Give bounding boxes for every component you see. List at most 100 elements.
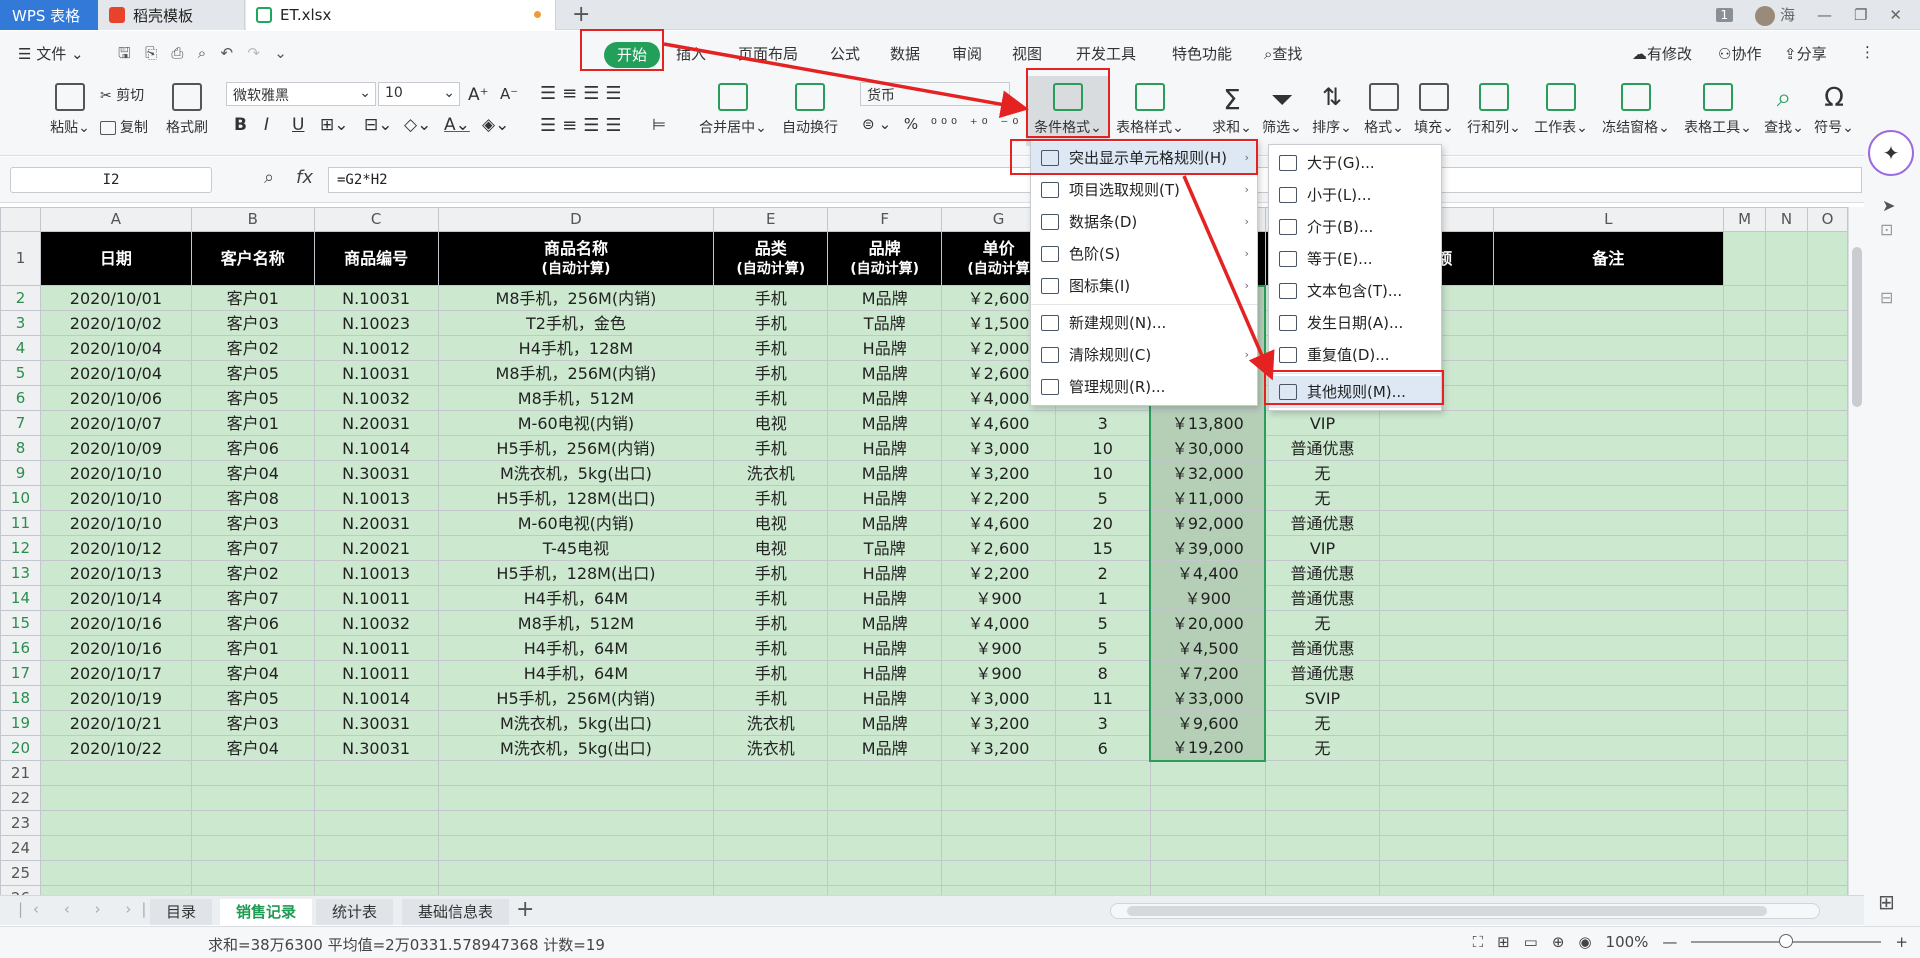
cell[interactable]: N.20021 (313, 535, 439, 561)
cell[interactable] (1723, 510, 1767, 536)
row-header[interactable]: 11 (0, 510, 41, 536)
font-color-icon[interactable]: A⌄ (444, 115, 470, 135)
cell[interactable] (190, 760, 315, 786)
cell[interactable] (827, 860, 943, 886)
cell[interactable]: N.30031 (313, 710, 439, 736)
cell[interactable]: ￥92,000 (1149, 510, 1267, 536)
cell[interactable] (1492, 885, 1725, 895)
cell[interactable]: 客户05 (190, 685, 315, 711)
sheet-nav-icons[interactable]: |‹ ‹ › ›| (18, 900, 156, 918)
cell[interactable]: H4手机，128M (437, 335, 715, 361)
cell[interactable] (1492, 310, 1725, 336)
cell[interactable] (1378, 460, 1494, 486)
cell[interactable] (1378, 835, 1494, 861)
cell[interactable]: 无 (1264, 710, 1380, 736)
copy-button[interactable]: 复制 (100, 117, 148, 137)
cell[interactable] (1492, 535, 1725, 561)
cell[interactable]: 2020/10/16 (39, 610, 192, 636)
cell[interactable] (1149, 835, 1266, 861)
cell[interactable]: 11 (1055, 685, 1151, 711)
cell[interactable]: ￥900 (941, 585, 1057, 611)
cell[interactable]: M品牌 (827, 510, 943, 536)
cell[interactable]: 电视 (713, 535, 829, 561)
cell[interactable] (1806, 510, 1848, 536)
submenu-item[interactable]: 重复值(D)... (1269, 339, 1441, 371)
row-header[interactable]: 25 (0, 860, 41, 886)
cell[interactable] (1765, 510, 1808, 536)
cell[interactable] (827, 785, 943, 811)
cell[interactable]: 手机 (713, 585, 829, 611)
cell[interactable]: M洗衣机，5kg(出口) (437, 735, 715, 761)
tab-page-layout[interactable]: 页面布局 (738, 43, 798, 64)
vertical-scroll-thumb[interactable] (1852, 247, 1862, 407)
select-all-corner[interactable] (0, 207, 41, 232)
cell[interactable] (1723, 410, 1767, 436)
cell[interactable]: 手机 (713, 485, 829, 511)
tab-features[interactable]: 特色功能 (1172, 43, 1232, 64)
tab-template[interactable]: 稻壳模板 (99, 0, 245, 30)
cell[interactable]: N.10012 (313, 335, 439, 361)
cell[interactable]: 客户03 (190, 310, 315, 336)
cell[interactable]: 客户06 (190, 435, 315, 461)
cell[interactable] (1723, 585, 1767, 611)
cell[interactable]: VIP (1264, 410, 1380, 436)
cell[interactable] (1492, 835, 1725, 861)
cell[interactable] (1378, 810, 1494, 836)
column-header[interactable]: C (313, 207, 439, 232)
cell[interactable]: 2020/10/09 (39, 435, 192, 461)
cell[interactable] (1723, 535, 1767, 561)
cell[interactable] (1149, 810, 1266, 836)
cell[interactable]: ￥4,500 (1149, 635, 1267, 661)
format-painter-button[interactable]: 格式刷 (164, 83, 210, 137)
cell[interactable]: 客户02 (190, 335, 315, 361)
cell[interactable] (1492, 560, 1725, 586)
row-header[interactable]: 15 (0, 610, 41, 636)
export-icon[interactable]: ⎘ (145, 44, 157, 62)
cell[interactable] (437, 885, 715, 895)
cell[interactable] (1723, 635, 1767, 661)
cell[interactable]: T品牌 (827, 310, 943, 336)
decrease-font-icon[interactable]: A⁻ (500, 85, 518, 103)
cell[interactable]: 客户02 (190, 560, 315, 586)
cell[interactable] (1806, 735, 1848, 761)
filter-button[interactable]: ⏷ 筛选⌄ (1258, 83, 1306, 137)
cell[interactable] (437, 810, 715, 836)
cell[interactable]: ￥7,200 (1149, 660, 1267, 686)
cell[interactable] (941, 860, 1057, 886)
search-command[interactable]: ⌕查找 (1264, 43, 1302, 64)
cell[interactable] (1765, 585, 1808, 611)
zoom-in-icon[interactable]: + (1895, 933, 1908, 951)
tab-view[interactable]: 视图 (1012, 43, 1042, 64)
cell[interactable]: 2020/10/16 (39, 635, 192, 661)
cell[interactable]: 手机 (713, 635, 829, 661)
cell[interactable]: 客户07 (190, 585, 315, 611)
cell[interactable] (313, 810, 439, 836)
cell[interactable] (1492, 610, 1725, 636)
cell[interactable]: H品牌 (827, 560, 943, 586)
cell[interactable]: H品牌 (827, 685, 943, 711)
row-header[interactable]: 16 (0, 635, 41, 661)
cell[interactable]: 无 (1264, 610, 1380, 636)
cell[interactable] (1264, 835, 1380, 861)
cell[interactable] (1492, 760, 1725, 786)
cell[interactable] (1723, 860, 1767, 886)
page-view-icon[interactable]: ▭ (1524, 933, 1538, 951)
window-count-badge[interactable]: 1 (1715, 8, 1734, 22)
row-header[interactable]: 5 (0, 360, 41, 386)
cell[interactable] (1378, 885, 1494, 895)
horizontal-scroll-thumb[interactable] (1127, 906, 1767, 916)
cell[interactable] (1378, 710, 1494, 736)
rows-cols-button[interactable]: 行和列⌄ (1464, 83, 1524, 137)
cell[interactable] (1492, 435, 1725, 461)
cell[interactable]: M品牌 (827, 610, 943, 636)
tab-wps[interactable]: WPS 表格 (0, 0, 98, 30)
cell[interactable] (713, 885, 829, 895)
grid-view-icon[interactable]: ⊞ (1878, 890, 1895, 914)
cell[interactable]: M洗衣机，5kg(出口) (437, 710, 715, 736)
cell[interactable] (1378, 435, 1494, 461)
cond-menu-item[interactable]: 图标集(I) › (1031, 270, 1257, 302)
cell[interactable] (1723, 660, 1767, 686)
cell[interactable] (1492, 660, 1725, 686)
fill-button[interactable]: 填充⌄ (1410, 83, 1458, 137)
header-cell[interactable]: 品类 (自动计算) (713, 231, 829, 286)
